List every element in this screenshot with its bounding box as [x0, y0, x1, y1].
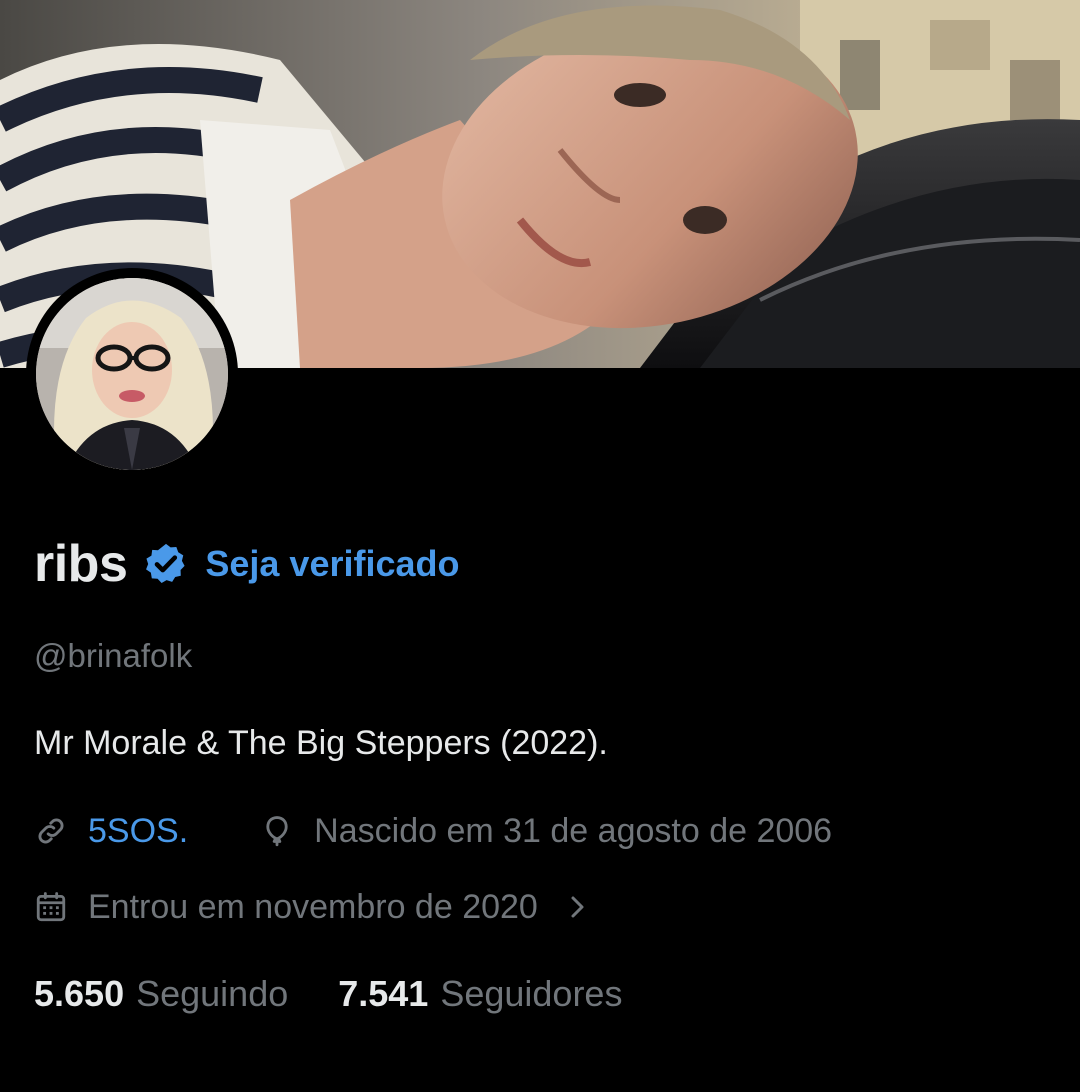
profile-meta-row-2[interactable]: Entrou em novembro de 2020 — [34, 882, 588, 932]
followers-stat[interactable]: 7.541 Seguidores — [338, 973, 622, 1015]
profile-bio: Mr Morale & The Big Steppers (2022). — [34, 724, 608, 762]
profile-meta-row-1: 5SOS. Nascido em 31 de agosto de 2006 — [34, 806, 832, 856]
link-icon — [34, 814, 68, 848]
website-link[interactable]: 5SOS. — [88, 806, 188, 856]
followers-count: 7.541 — [338, 973, 429, 1014]
verified-badge-icon[interactable] — [143, 541, 189, 587]
name-row: ribs Seja verificado — [34, 530, 460, 598]
calendar-icon — [34, 890, 68, 924]
balloon-icon — [260, 814, 294, 848]
chevron-right-icon[interactable] — [568, 892, 588, 922]
display-name: ribs — [34, 535, 128, 593]
following-count: 5.650 — [34, 973, 125, 1014]
follow-stats: 5.650 Seguindo 7.541 Seguidores — [34, 968, 622, 1020]
followers-label: Seguidores — [440, 973, 623, 1014]
joined-text: Entrou em novembro de 2020 — [88, 888, 538, 926]
avatar[interactable] — [36, 278, 228, 470]
birthday-group: Nascido em 31 de agosto de 2006 — [260, 806, 832, 856]
get-verified-link[interactable]: Seja verificado — [205, 530, 459, 598]
birthday-text: Nascido em 31 de agosto de 2006 — [314, 812, 833, 850]
avatar-image — [36, 278, 228, 470]
following-stat[interactable]: 5.650 Seguindo — [34, 973, 288, 1015]
profile-handle: @brinafolk — [34, 637, 193, 674]
following-label: Seguindo — [136, 973, 289, 1014]
